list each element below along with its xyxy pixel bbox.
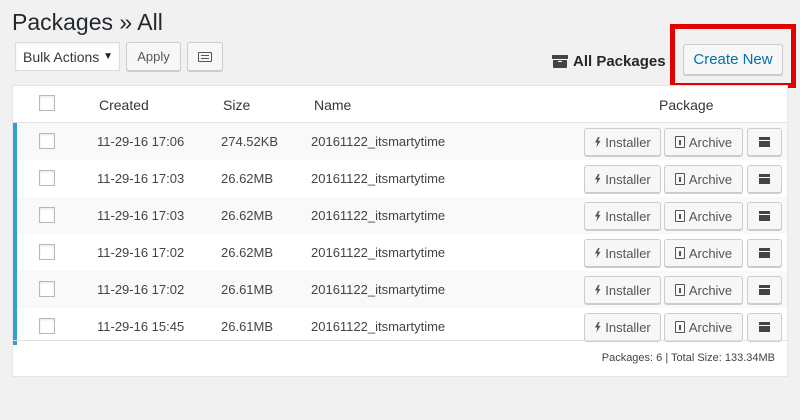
archive-box-icon <box>759 211 770 221</box>
bolt-icon <box>594 136 601 148</box>
row-checkbox[interactable] <box>39 318 55 334</box>
toolbar: Bulk Actions ▼ Apply <box>15 42 223 72</box>
archive-label: Archive <box>688 319 733 335</box>
bulk-actions-label: Bulk Actions <box>23 48 100 65</box>
table-row: 11-29-16 17:03 26.62MB 20161122_itsmarty… <box>13 160 787 197</box>
archive-label: Archive <box>688 134 733 150</box>
table-body: 11-29-16 17:06 274.52KB 20161122_itsmart… <box>13 123 787 345</box>
archive-button[interactable]: Archive <box>664 239 743 267</box>
packages-table: Created Size Name Package 11-29-16 17:06… <box>12 85 788 377</box>
size-cell: 26.62MB <box>221 208 274 223</box>
bolt-icon <box>594 284 601 296</box>
created-cell: 11-29-16 17:03 <box>97 171 185 186</box>
column-name[interactable]: Name <box>314 97 351 113</box>
bolt-icon <box>594 247 601 259</box>
installer-label: Installer <box>605 319 651 335</box>
row-checkbox[interactable] <box>39 133 55 149</box>
dropdown-arrow-icon: ▼ <box>103 51 113 62</box>
archive-button[interactable]: Archive <box>664 313 743 341</box>
name-cell: 20161122_itsmartytime <box>311 245 446 260</box>
archive-box-icon <box>759 322 770 332</box>
archive-label: Archive <box>688 208 733 224</box>
name-cell: 20161122_itsmartytime <box>311 208 446 223</box>
package-details-button[interactable] <box>747 202 782 230</box>
archive-button[interactable]: Archive <box>664 202 743 230</box>
archive-label: Archive <box>688 282 733 298</box>
bolt-icon <box>594 321 601 333</box>
created-cell: 11-29-16 17:02 <box>97 245 185 260</box>
packages-summary: Packages: 6 | Total Size: 133.34MB <box>601 352 775 364</box>
row-checkbox[interactable] <box>39 281 55 297</box>
package-details-button[interactable] <box>747 313 782 341</box>
installer-label: Installer <box>605 134 651 150</box>
toggle-view-button[interactable] <box>187 42 223 71</box>
file-zip-icon <box>674 247 685 259</box>
row-checkbox[interactable] <box>39 170 55 186</box>
name-cell: 20161122_itsmartytime <box>311 134 446 149</box>
size-cell: 26.61MB <box>221 319 274 334</box>
size-cell: 26.61MB <box>221 282 274 297</box>
all-packages-link[interactable]: All Packages <box>552 53 666 70</box>
archive-label: Archive <box>688 245 733 261</box>
archive-button[interactable]: Archive <box>664 165 743 193</box>
archive-box-icon <box>759 137 770 147</box>
installer-button[interactable]: Installer <box>584 313 661 341</box>
name-cell: 20161122_itsmartytime <box>311 319 446 334</box>
installer-label: Installer <box>605 171 651 187</box>
archive-button[interactable]: Archive <box>664 128 743 156</box>
size-cell: 26.62MB <box>221 171 274 186</box>
installer-button[interactable]: Installer <box>584 239 661 267</box>
installer-button[interactable]: Installer <box>584 276 661 304</box>
table-header: Created Size Name Package <box>13 86 787 123</box>
package-details-button[interactable] <box>747 128 782 156</box>
column-created[interactable]: Created <box>99 97 149 113</box>
archive-button[interactable]: Archive <box>664 276 743 304</box>
file-zip-icon <box>674 136 685 148</box>
file-zip-icon <box>674 284 685 296</box>
column-size[interactable]: Size <box>223 97 250 113</box>
file-zip-icon <box>674 173 685 185</box>
size-cell: 26.62MB <box>221 245 274 260</box>
row-checkbox[interactable] <box>39 244 55 260</box>
archive-label: Archive <box>688 171 733 187</box>
select-all-checkbox[interactable] <box>39 95 55 111</box>
installer-button[interactable]: Installer <box>584 202 661 230</box>
installer-label: Installer <box>605 208 651 224</box>
installer-label: Installer <box>605 282 651 298</box>
created-cell: 11-29-16 17:02 <box>97 282 185 297</box>
installer-label: Installer <box>605 245 651 261</box>
archive-box-icon <box>759 248 770 258</box>
list-view-icon <box>198 51 212 62</box>
archive-box-icon <box>759 285 770 295</box>
bolt-icon <box>594 173 601 185</box>
archive-box-icon <box>759 174 770 184</box>
row-checkbox[interactable] <box>39 207 55 223</box>
package-details-button[interactable] <box>747 239 782 267</box>
archive-icon <box>552 55 568 68</box>
name-cell: 20161122_itsmartytime <box>311 282 446 297</box>
all-packages-label: All Packages <box>573 53 666 70</box>
table-row: 11-29-16 17:02 26.61MB 20161122_itsmarty… <box>13 271 787 308</box>
table-footer: Packages: 6 | Total Size: 133.34MB <box>13 340 787 376</box>
column-package: Package <box>659 97 714 113</box>
installer-button[interactable]: Installer <box>584 128 661 156</box>
name-cell: 20161122_itsmartytime <box>311 171 446 186</box>
bulk-actions-select[interactable]: Bulk Actions ▼ <box>15 42 120 71</box>
table-row: 11-29-16 17:03 26.62MB 20161122_itsmarty… <box>13 197 787 234</box>
file-zip-icon <box>674 210 685 222</box>
file-zip-icon <box>674 321 685 333</box>
created-cell: 11-29-16 17:03 <box>97 208 185 223</box>
created-cell: 11-29-16 15:45 <box>97 319 185 334</box>
table-row: 11-29-16 17:06 274.52KB 20161122_itsmart… <box>13 123 787 160</box>
package-details-button[interactable] <box>747 276 782 304</box>
table-row: 11-29-16 17:02 26.62MB 20161122_itsmarty… <box>13 234 787 271</box>
created-cell: 11-29-16 17:06 <box>97 134 185 149</box>
installer-button[interactable]: Installer <box>584 165 661 193</box>
bolt-icon <box>594 210 601 222</box>
size-cell: 274.52KB <box>221 134 279 149</box>
page-title: Packages » All <box>12 9 163 35</box>
package-details-button[interactable] <box>747 165 782 193</box>
create-new-button[interactable]: Create New <box>683 44 783 75</box>
apply-button[interactable]: Apply <box>126 42 181 71</box>
